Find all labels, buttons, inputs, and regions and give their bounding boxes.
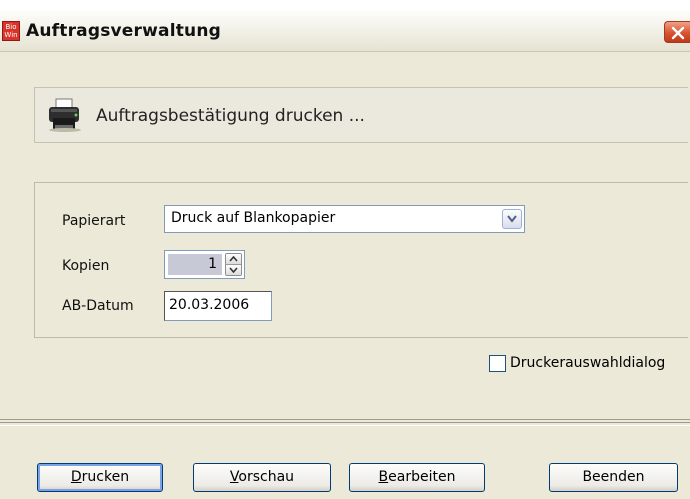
kopien-value: 1 [208, 256, 217, 272]
app-icon-text-bottom: Win [4, 31, 18, 39]
increment-button[interactable] [226, 254, 241, 265]
drucken-button[interactable]: Drucken [37, 463, 163, 492]
app-icon-text-top: Bio [5, 23, 17, 31]
arrow-up-icon [229, 256, 238, 262]
papierart-select[interactable]: Druck auf Blankopapier [164, 205, 525, 233]
header-panel: Auftragsbestätigung drucken ... [34, 87, 688, 143]
title-bar[interactable]: Bio Win Auftragsverwaltung [0, 10, 690, 52]
kopien-label: Kopien [62, 258, 110, 274]
divider-highlight [0, 425, 690, 426]
arrow-down-icon [229, 267, 238, 273]
divider [0, 422, 690, 423]
druckerauswahl-checkbox[interactable] [489, 355, 506, 372]
printer-icon [49, 98, 81, 132]
druckerauswahl-label[interactable]: Druckerauswahldialog [510, 355, 665, 371]
ab-datum-value: 20.03.2006 [169, 297, 250, 313]
drucken-label: rucken [81, 469, 130, 485]
window-title: Auftragsverwaltung [26, 21, 222, 41]
app-icon: Bio Win [2, 21, 20, 41]
divider [0, 419, 690, 420]
dialog-window: Bio Win Auftragsverwaltung Auftragsbestä… [0, 10, 690, 499]
bearbeiten-button[interactable]: Bearbeiten [349, 463, 485, 492]
kopien-spin-buttons [225, 253, 242, 276]
kopien-field[interactable]: 1 [168, 254, 222, 275]
ab-datum-label: AB-Datum [62, 298, 134, 314]
vorschau-button[interactable]: Vorschau [193, 463, 331, 492]
close-icon [671, 26, 685, 40]
close-button[interactable] [664, 21, 690, 43]
bearbeiten-mnemonic: B [378, 469, 389, 485]
papierart-label: Papierart [62, 213, 126, 229]
header-title: Auftragsbestätigung drucken ... [96, 106, 365, 126]
decrement-button[interactable] [226, 265, 241, 275]
ab-datum-input[interactable]: 20.03.2006 [164, 291, 272, 321]
bearbeiten-label: earbeiten [388, 469, 456, 485]
vorschau-label: orschau [238, 469, 295, 485]
kopien-stepper[interactable]: 1 [164, 250, 245, 279]
chevron-down-icon [507, 215, 517, 223]
beenden-label: Beenden [582, 469, 645, 485]
papierart-dropdown-button[interactable] [502, 209, 522, 229]
drucken-mnemonic: D [70, 469, 82, 485]
beenden-button[interactable]: Beenden [549, 463, 678, 492]
papierart-value: Druck auf Blankopapier [171, 210, 336, 226]
